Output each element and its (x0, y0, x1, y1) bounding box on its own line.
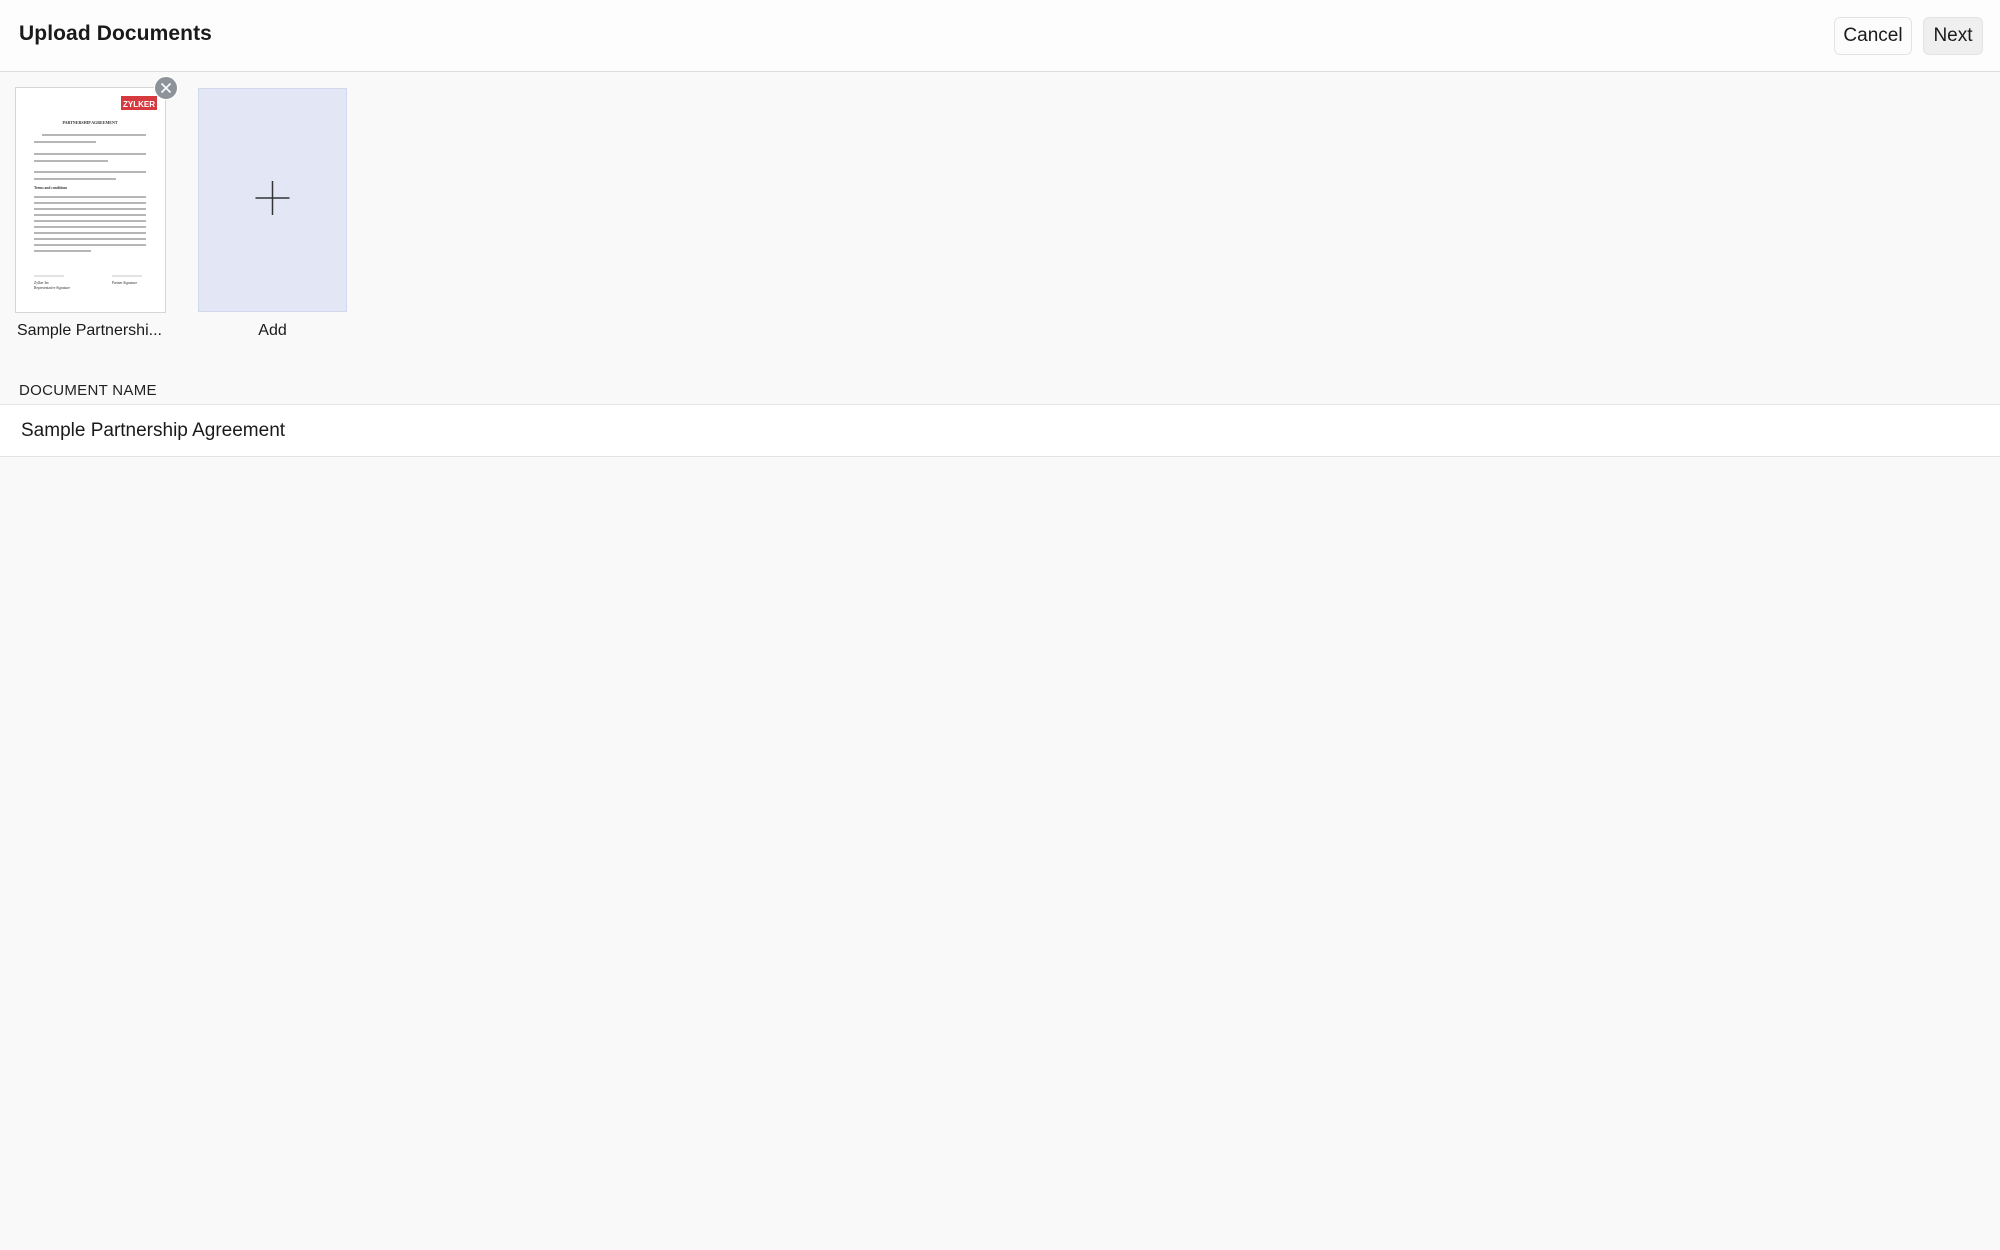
document-name-label: DOCUMENT NAME (19, 382, 157, 399)
preview-signature-left-sub: Representative Signature (34, 286, 70, 290)
cancel-button[interactable]: Cancel (1834, 17, 1912, 55)
preview-heading: PARTNERSHIP AGREEMENT (62, 120, 117, 125)
document-thumbnail[interactable]: ZYLKER PARTNERSHIP AGREEMENT Terms and c… (15, 87, 166, 313)
preview-body-text (34, 134, 146, 277)
close-icon (160, 82, 172, 94)
document-name-row (0, 404, 2000, 457)
preview-signature-right: Partner Signature (112, 281, 137, 285)
logo-text: ZYLKER (123, 100, 155, 109)
page-title: Upload Documents (19, 22, 212, 45)
top-bar: Upload Documents Cancel Next (0, 0, 2000, 72)
add-document-label: Add (258, 322, 287, 339)
document-name-input[interactable] (21, 405, 1971, 456)
next-button[interactable]: Next (1923, 17, 1983, 55)
plus-icon (255, 181, 290, 215)
add-document-tile[interactable] (198, 88, 347, 312)
preview-section-heading: Terms and conditions (34, 186, 68, 190)
document-preview: ZYLKER PARTNERSHIP AGREEMENT Terms and c… (34, 96, 157, 290)
preview-signature-left: Zylker Inc (34, 281, 49, 285)
remove-document-button[interactable] (154, 76, 178, 100)
document-thumbnail-label: Sample Partnershi... (17, 322, 162, 339)
